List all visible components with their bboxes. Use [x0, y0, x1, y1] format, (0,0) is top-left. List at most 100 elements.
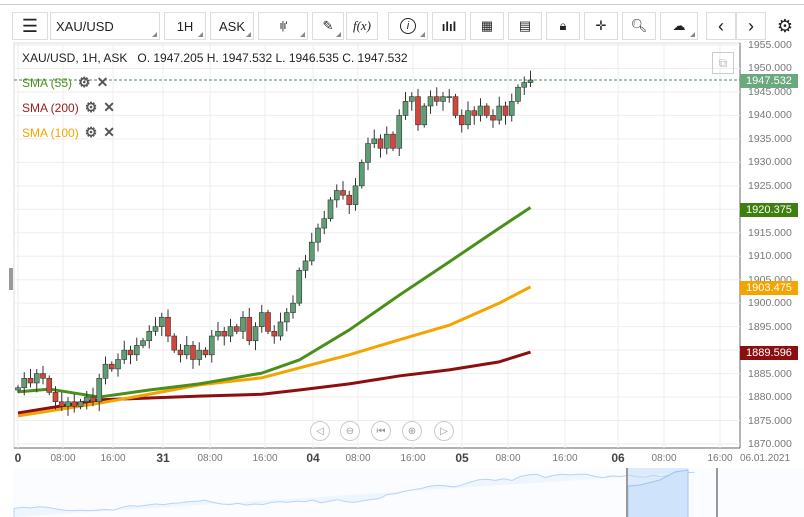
candle-body — [83, 396, 90, 403]
sma100-price-tag: 1903.475 — [740, 281, 798, 295]
y-tick-label: 1900.000 — [748, 297, 792, 310]
legend-sma55[interactable]: SMA (55) ⚙ ✕ — [22, 74, 108, 91]
candle-body — [46, 377, 53, 393]
candle-body — [227, 326, 234, 337]
candle-body — [458, 115, 465, 126]
legend-label: SMA (200) — [22, 100, 79, 115]
candle-body — [221, 331, 228, 337]
gear-icon[interactable]: ⚙ — [85, 124, 98, 141]
last-price-tag: 1947.532 — [740, 74, 798, 88]
reset-button[interactable]: ⏮ — [371, 421, 391, 441]
y-tick-label: 1935.000 — [748, 132, 792, 145]
candle-body — [308, 241, 315, 262]
zoom-out-button[interactable]: ⊖ — [340, 421, 360, 441]
x-tick-label: 16:00 — [252, 453, 278, 464]
left-resize-handle[interactable] — [9, 268, 13, 290]
legend-label: SMA (100) — [22, 125, 79, 140]
x-tick-label: 06.01.2021 — [739, 453, 791, 464]
popout-button[interactable]: ⧉ — [712, 52, 734, 74]
candle-body — [115, 359, 121, 370]
candle-body — [452, 96, 459, 116]
candle-body — [365, 143, 371, 163]
x-tick-label: 08:00 — [345, 453, 371, 464]
candle-body — [302, 260, 309, 271]
candle-body — [383, 133, 390, 149]
candle-body — [258, 312, 265, 327]
zoom-in-icon: ⊕ — [407, 425, 417, 437]
candle-body — [446, 96, 453, 98]
candle-body — [108, 363, 115, 370]
plot-frame — [13, 42, 741, 449]
candle-body — [121, 349, 128, 360]
candle-body — [65, 401, 71, 407]
x-tick-label: 04 — [306, 451, 320, 465]
candle-body — [271, 331, 278, 337]
candle-body — [508, 101, 515, 116]
y-tick-label: 1895.000 — [748, 320, 792, 333]
candle-body — [208, 335, 215, 356]
candle-body — [371, 138, 378, 144]
candle-body — [40, 373, 46, 379]
y-tick-label: 1955.000 — [748, 39, 792, 51]
close-icon[interactable]: ✕ — [103, 99, 115, 116]
candle-body — [246, 316, 253, 342]
y-tick-label: 1915.000 — [748, 226, 792, 239]
candle-body — [515, 86, 521, 102]
close-icon[interactable]: ✕ — [97, 74, 109, 91]
candle-body — [390, 133, 396, 149]
legend-label: SMA (55) — [22, 75, 73, 90]
candle-body — [90, 396, 96, 403]
x-tick-label: 16:00 — [100, 453, 126, 464]
candle-body — [77, 401, 84, 407]
y-tick-label: 1940.000 — [748, 109, 792, 122]
x-tick-label: 16:00 — [552, 453, 578, 464]
y-tick-label: 1925.000 — [748, 179, 792, 192]
candle-body — [333, 190, 340, 201]
y-tick-label: 1930.000 — [748, 156, 792, 169]
triangle-left-icon: ◁ — [316, 425, 324, 437]
candle-body — [190, 345, 196, 360]
candle-body — [27, 377, 34, 384]
close-icon[interactable]: ✕ — [103, 124, 115, 141]
candle-body — [315, 227, 321, 243]
candle-body — [15, 387, 21, 391]
candle-body — [340, 190, 346, 196]
candle-body — [158, 316, 165, 327]
x-tick-label: 06 — [611, 451, 625, 465]
candle-body — [146, 331, 153, 342]
y-tick-label: 1885.000 — [748, 367, 792, 380]
candle-body — [521, 82, 528, 88]
triangle-right-icon: ▷ — [440, 425, 448, 437]
candle-body — [527, 79, 534, 83]
candle-body — [327, 199, 334, 219]
candle-body — [402, 101, 409, 116]
candle-body — [233, 326, 240, 332]
candle-body — [502, 105, 509, 116]
x-tick-label: 08:00 — [50, 453, 76, 464]
popout-icon: ⧉ — [718, 56, 728, 70]
legend-sma100[interactable]: SMA (100) ⚙ ✕ — [22, 124, 115, 141]
candle-body — [427, 96, 434, 107]
sma200-price-tag: 1889.596 — [740, 346, 798, 360]
zoom-out-icon: ⊖ — [345, 425, 355, 437]
candle-body — [171, 335, 178, 351]
y-tick-label: 1875.000 — [748, 414, 792, 427]
candle-body — [33, 373, 40, 384]
price-chart[interactable] — [0, 0, 804, 517]
y-tick-label: 1870.000 — [748, 438, 792, 450]
zoom-in-button[interactable]: ⊕ — [402, 421, 422, 441]
candle-body — [202, 349, 209, 356]
candle-body — [358, 162, 365, 187]
nav-forward-button[interactable]: ▷ — [434, 421, 454, 441]
gear-icon[interactable]: ⚙ — [78, 74, 91, 91]
legend-sma200[interactable]: SMA (200) ⚙ ✕ — [22, 99, 115, 116]
gear-icon[interactable]: ⚙ — [85, 99, 98, 116]
y-tick-label: 1950.000 — [748, 62, 792, 75]
x-tick-label: 0 — [14, 451, 22, 465]
candle-body — [433, 96, 440, 102]
x-tick-label: 16:00 — [707, 453, 733, 464]
candle-body — [102, 363, 109, 379]
nav-back-button[interactable]: ◁ — [310, 421, 330, 441]
candle-body — [196, 349, 203, 360]
candle-body — [415, 96, 421, 126]
